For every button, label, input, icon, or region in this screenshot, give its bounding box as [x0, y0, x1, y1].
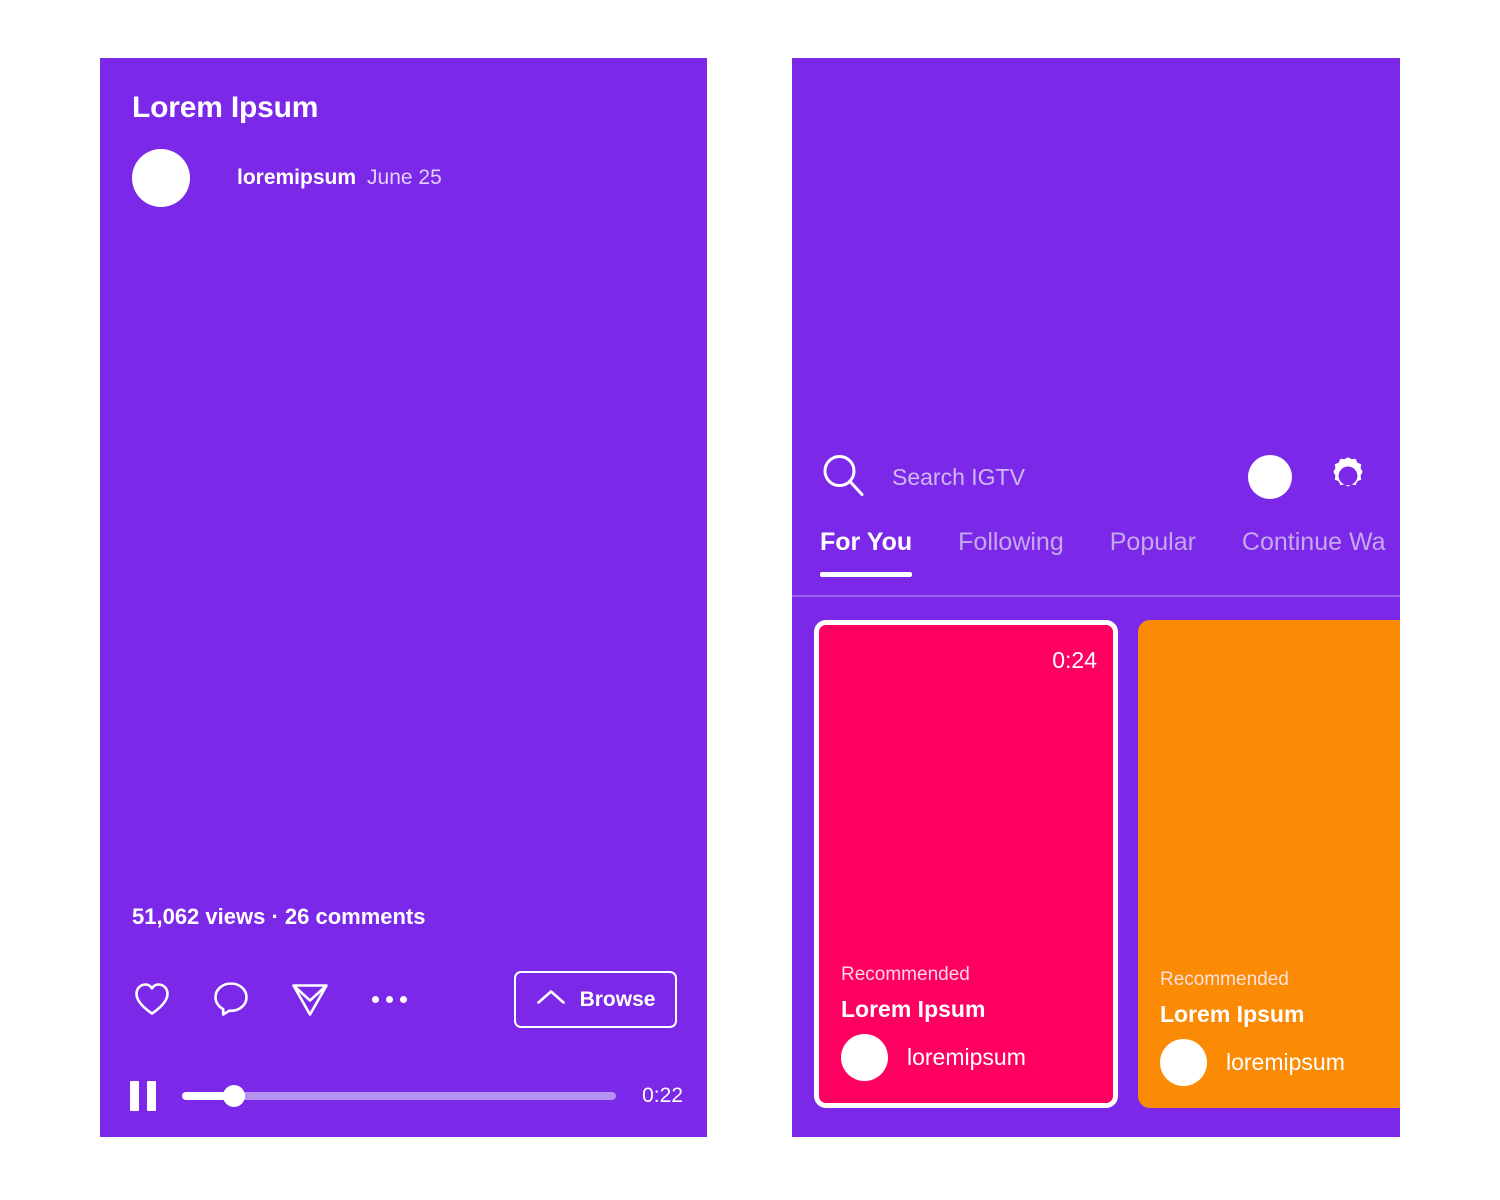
- video-duration: 0:24: [1052, 647, 1097, 673]
- tab-popular[interactable]: Popular: [1110, 528, 1196, 577]
- video-card[interactable]: 0:24 Recommended Lorem Ipsum loremipsum: [814, 620, 1118, 1108]
- search-input[interactable]: Search IGTV: [892, 464, 1025, 491]
- video-card[interactable]: 0: Recommended Lorem Ipsum loremipsum: [1138, 620, 1400, 1108]
- dot: [371, 995, 379, 1003]
- views-and-comments-stats: 51,062 views · 26 comments: [132, 904, 426, 929]
- video-author-name[interactable]: loremipsum: [1226, 1049, 1345, 1076]
- avatar[interactable]: [1248, 455, 1292, 499]
- browse-button-label: Browse: [579, 987, 656, 1011]
- playback-controls: 0:22: [130, 1076, 683, 1116]
- dot: [399, 995, 407, 1003]
- video-title: Lorem Ipsum: [1160, 1001, 1305, 1027]
- video-card-rail[interactable]: 0:24 Recommended Lorem Ipsum loremipsum …: [814, 620, 1400, 1110]
- avatar[interactable]: [1160, 1039, 1207, 1086]
- search-bar-actions: [1248, 448, 1372, 506]
- screenshot-stage: Lorem Ipsum loremipsum June 25 51,062 vi…: [0, 0, 1500, 1200]
- category-tab-bar: For You Following Popular Continue Wa: [820, 528, 1400, 596]
- heart-icon[interactable]: [130, 977, 174, 1021]
- pause-icon[interactable]: [130, 1081, 156, 1111]
- avatar[interactable]: [132, 149, 190, 207]
- igtv-browse-panel: Search IGTV For You Following Popular Co…: [792, 58, 1400, 1137]
- seek-handle[interactable]: [223, 1085, 246, 1107]
- video-kicker: Recommended: [841, 964, 970, 985]
- video-title: Lorem Ipsum: [841, 996, 986, 1022]
- video-card-meta: Recommended Lorem Ipsum loremipsum: [841, 964, 1101, 1081]
- avatar[interactable]: [841, 1034, 888, 1081]
- author-row[interactable]: loremipsum June 25: [132, 149, 442, 207]
- video-author-row[interactable]: loremipsum: [1160, 1039, 1400, 1086]
- dot: [385, 995, 393, 1003]
- video-kicker: Recommended: [1160, 969, 1289, 990]
- pause-bar: [130, 1081, 139, 1111]
- tab-following[interactable]: Following: [958, 528, 1064, 577]
- playback-time: 0:22: [642, 1084, 683, 1107]
- search-bar[interactable]: Search IGTV: [820, 448, 1372, 506]
- tab-for-you[interactable]: For You: [820, 528, 913, 577]
- video-author-name[interactable]: loremipsum: [907, 1044, 1026, 1071]
- author-handle[interactable]: loremipsum: [237, 166, 356, 190]
- seek-slider[interactable]: [182, 1085, 617, 1107]
- send-paper-plane-icon[interactable]: [288, 977, 332, 1021]
- tab-continue-watching[interactable]: Continue Wa: [1242, 528, 1386, 577]
- igtv-player-panel: Lorem Ipsum loremipsum June 25 51,062 vi…: [100, 58, 707, 1137]
- browse-button[interactable]: Browse: [514, 971, 677, 1028]
- action-bar: Browse: [130, 968, 677, 1030]
- more-horizontal-icon[interactable]: [367, 977, 411, 1021]
- page-title: Lorem Ipsum: [132, 91, 319, 124]
- publish-date: June 25: [367, 166, 442, 189]
- tab-bar-divider: [792, 595, 1400, 597]
- comment-bubble-icon[interactable]: [209, 977, 253, 1021]
- video-author-row[interactable]: loremipsum: [841, 1034, 1101, 1081]
- chevron-up-icon: [536, 988, 566, 1011]
- search-icon[interactable]: [820, 452, 866, 503]
- video-card-meta: Recommended Lorem Ipsum loremipsum: [1160, 969, 1400, 1086]
- gear-icon[interactable]: [1324, 453, 1372, 501]
- pause-bar: [147, 1081, 156, 1111]
